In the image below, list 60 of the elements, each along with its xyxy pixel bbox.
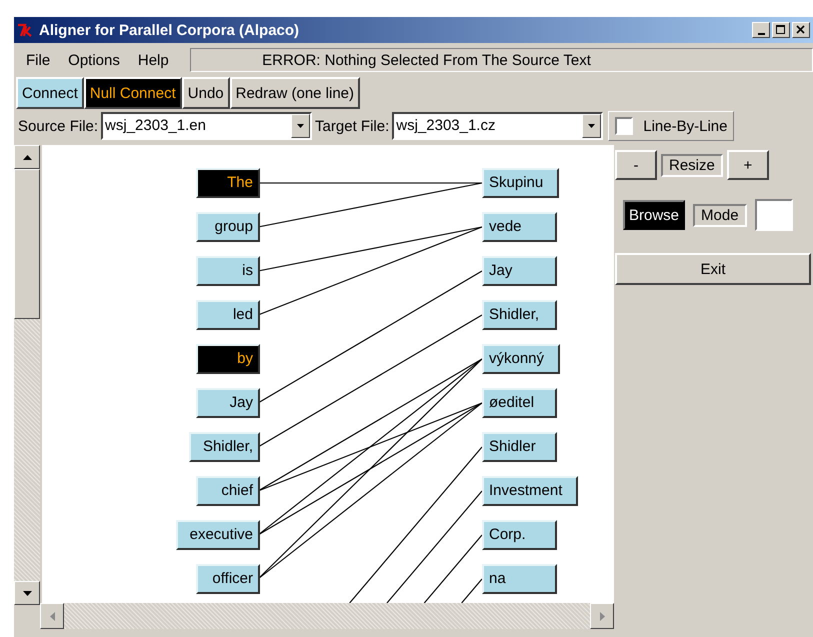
- exit-button[interactable]: Exit: [615, 253, 811, 285]
- maximize-button[interactable]: [772, 22, 790, 38]
- menu-item[interactable]: Help: [138, 52, 169, 68]
- source-word[interactable]: by: [196, 344, 260, 374]
- menu-item[interactable]: File: [26, 52, 50, 68]
- toolbar-button[interactable]: Null Connect: [84, 77, 182, 109]
- status-message: ERROR: Nothing Selected From The Source Text: [190, 48, 813, 72]
- enlarge-button[interactable]: +: [726, 150, 769, 180]
- target-word[interactable]: Jay: [482, 256, 557, 286]
- target-word[interactable]: na: [482, 564, 557, 594]
- target-file-label: Target File:: [315, 118, 390, 134]
- menu-item[interactable]: Options: [68, 52, 120, 68]
- resize-label: Resize: [661, 154, 723, 176]
- window-title: Aligner for Parallel Corpora (Alpaco): [39, 22, 300, 38]
- target-word[interactable]: øeditel: [482, 388, 557, 418]
- toolbar-button[interactable]: Redraw (one line): [230, 77, 360, 109]
- source-word[interactable]: officer: [196, 564, 260, 594]
- horizontal-scrollbar[interactable]: [40, 603, 614, 629]
- target-word[interactable]: Corp.: [482, 520, 557, 550]
- source-word[interactable]: The: [196, 168, 260, 198]
- close-button[interactable]: [792, 22, 810, 38]
- scroll-down-button[interactable]: [14, 581, 40, 605]
- source-word[interactable]: led: [196, 300, 260, 330]
- close-icon: [796, 25, 806, 35]
- toolbar-button[interactable]: Undo: [182, 77, 230, 109]
- scroll-left-button[interactable]: [40, 603, 64, 629]
- target-word[interactable]: Shidler: [482, 432, 557, 462]
- right-arrow-icon: [600, 612, 604, 620]
- line-by-line-checkbox[interactable]: Line-By-Line: [608, 111, 734, 141]
- minimize-button[interactable]: [752, 22, 770, 38]
- source-file-dropdown[interactable]: wsj_2303_1.en: [101, 112, 312, 140]
- source-word[interactable]: group: [196, 212, 260, 242]
- left-arrow-icon: [50, 612, 54, 620]
- scroll-right-button[interactable]: [590, 603, 614, 629]
- target-word[interactable]: Skupinu: [482, 168, 560, 198]
- source-word[interactable]: Shidler,: [188, 432, 260, 462]
- target-word[interactable]: výkonný: [482, 344, 560, 374]
- scroll-up-button[interactable]: [14, 145, 40, 169]
- minimize-icon: [758, 33, 764, 35]
- target-file-dropdown[interactable]: wsj_2303_1.cz: [392, 112, 604, 140]
- dropdown-arrow-icon: [588, 124, 596, 128]
- source-word[interactable]: chief: [196, 476, 260, 506]
- mode-label: Mode: [693, 204, 747, 226]
- source-word[interactable]: executive: [176, 520, 260, 550]
- vertical-scrollbar[interactable]: [14, 145, 40, 605]
- scrollbar-thumb[interactable]: [14, 169, 40, 319]
- mode-field[interactable]: [754, 199, 793, 231]
- down-arrow-icon: [22, 590, 32, 596]
- source-word[interactable]: Jay: [196, 388, 260, 418]
- toolbar-button[interactable]: Connect: [16, 77, 84, 109]
- up-arrow-icon: [22, 154, 32, 160]
- target-word[interactable]: Investment: [482, 476, 578, 506]
- source-word[interactable]: is: [196, 256, 260, 286]
- shrink-button[interactable]: -: [615, 150, 657, 180]
- dropdown-arrow-icon: [296, 124, 305, 128]
- maximize-icon: [776, 25, 786, 35]
- target-word[interactable]: Shidler,: [482, 300, 557, 330]
- browse-button[interactable]: Browse: [623, 200, 686, 230]
- source-file-label: Source File:: [18, 118, 98, 134]
- target-word[interactable]: vede: [482, 212, 557, 242]
